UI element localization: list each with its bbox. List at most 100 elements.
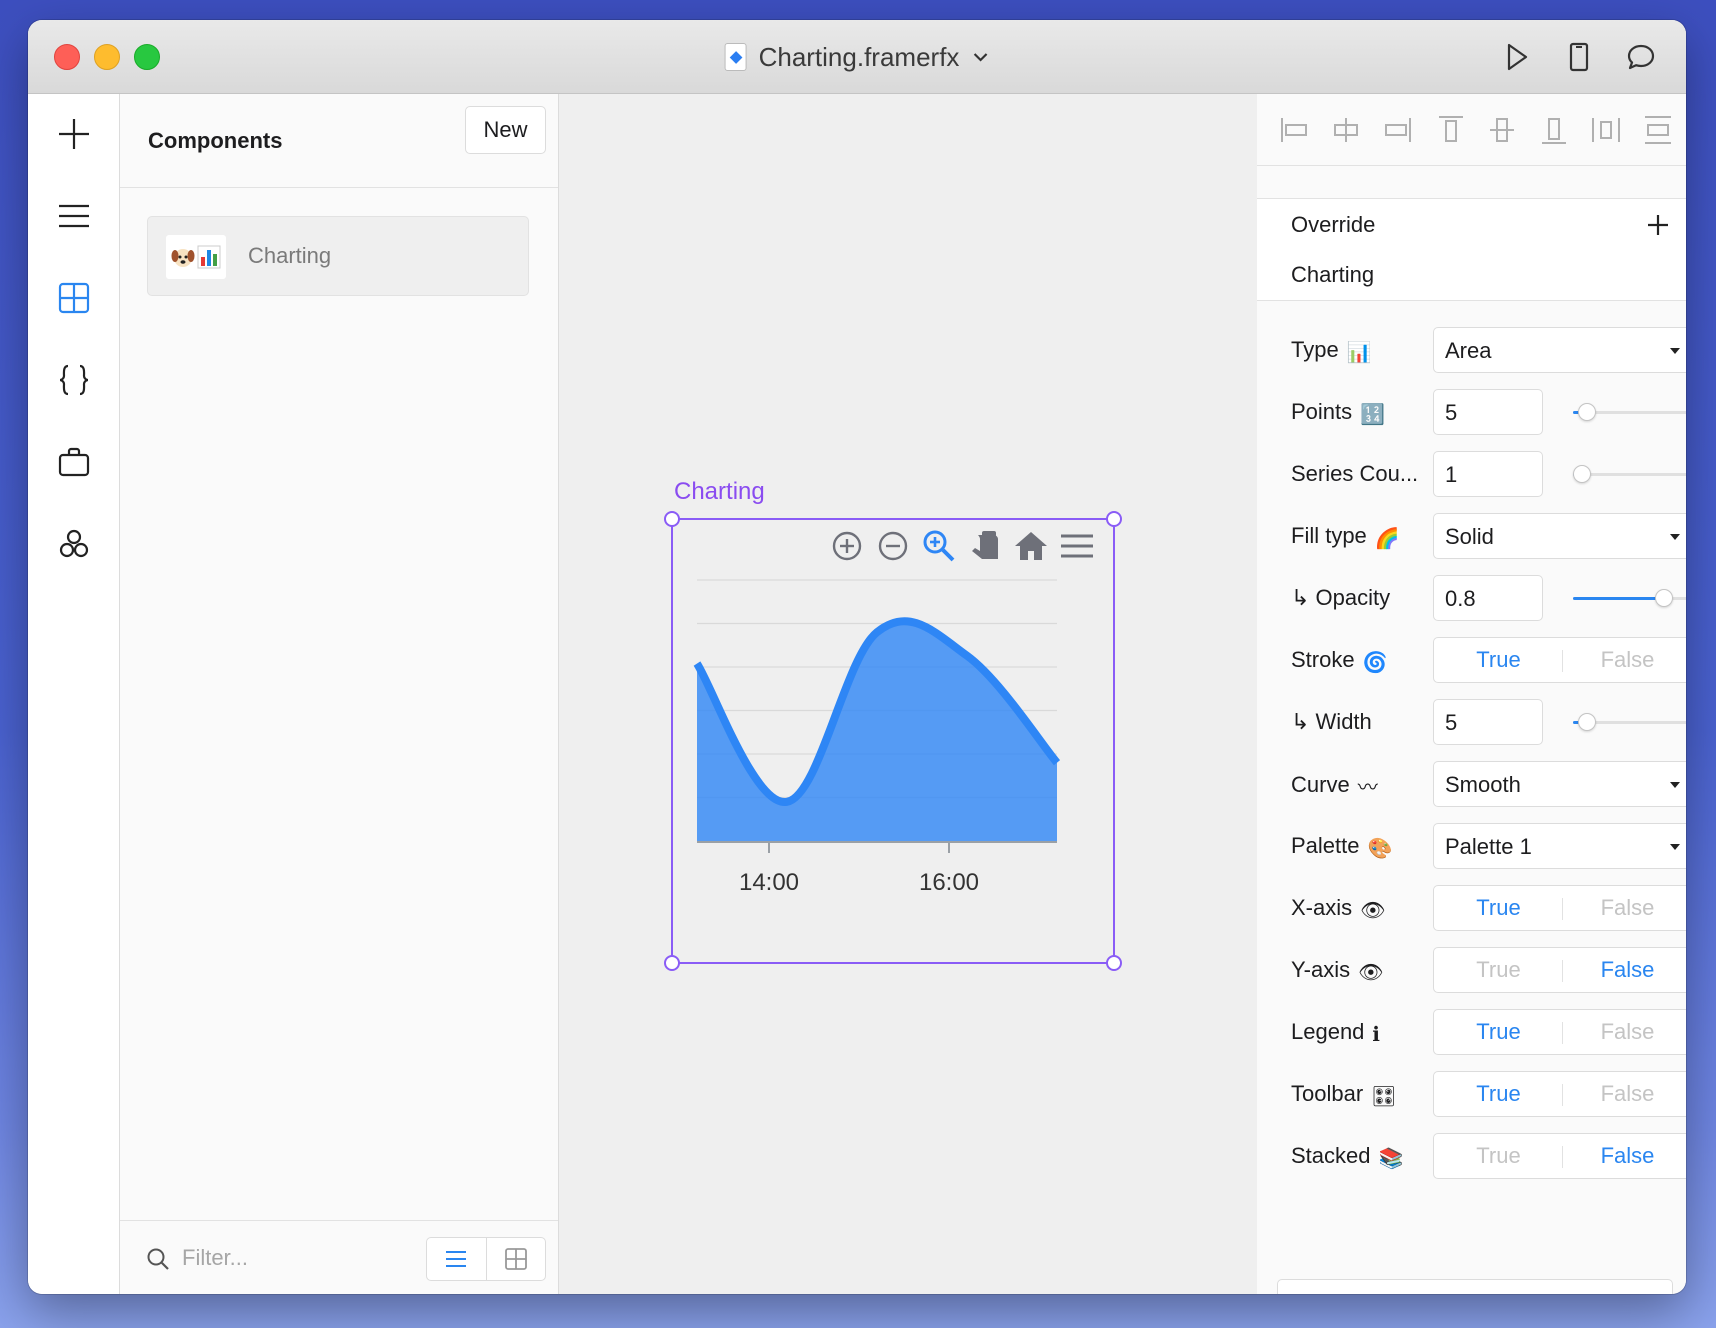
- width-slider[interactable]: [1573, 713, 1686, 731]
- slider-knob[interactable]: [1578, 713, 1597, 731]
- comments-button[interactable]: [1624, 40, 1658, 74]
- resize-handle-bottom-left[interactable]: [664, 955, 680, 971]
- layers-button[interactable]: [51, 193, 97, 239]
- opacity-slider[interactable]: [1573, 589, 1686, 607]
- true-option[interactable]: True: [1434, 1134, 1563, 1178]
- component-name: Charting: [248, 243, 332, 268]
- play-icon: [1507, 43, 1528, 71]
- zoom-in-button[interactable]: [829, 528, 865, 564]
- bar-chart-icon: [197, 245, 221, 269]
- app-window: Charting.framerfx Components New Chartin…: [28, 20, 1686, 1294]
- true-option[interactable]: True: [1434, 638, 1563, 682]
- align-center-vertical-icon[interactable]: [1486, 114, 1518, 146]
- component-item[interactable]: Charting: [147, 216, 529, 296]
- false-option[interactable]: False: [1563, 638, 1686, 682]
- width-input[interactable]: 5: [1433, 699, 1543, 745]
- device-preview-button[interactable]: [1562, 40, 1596, 74]
- slider-knob[interactable]: [1573, 465, 1591, 483]
- points-slider[interactable]: [1573, 403, 1686, 421]
- cyclone-emoji-icon: 🌀: [1362, 652, 1388, 674]
- align-right-icon[interactable]: [1381, 114, 1413, 146]
- title-bar: Charting.framerfx: [28, 20, 1686, 94]
- opacity-input[interactable]: 0.8: [1433, 575, 1543, 621]
- zoom-out-button[interactable]: [875, 528, 911, 564]
- align-center-horizontal-icon[interactable]: [1330, 114, 1362, 146]
- true-option[interactable]: True: [1434, 948, 1563, 992]
- components-panel: Components New Charting: [120, 94, 559, 1294]
- plus-icon: [59, 119, 89, 149]
- pan-button[interactable]: [967, 528, 1003, 564]
- slider-knob[interactable]: [1654, 589, 1673, 607]
- list-view-icon: [446, 1251, 467, 1267]
- community-button[interactable]: [51, 521, 97, 567]
- false-option[interactable]: False: [1563, 1072, 1686, 1116]
- dog-icon: [171, 249, 195, 267]
- align-left-icon[interactable]: [1279, 114, 1311, 146]
- reset-home-icon: [1015, 532, 1047, 560]
- info-emoji-icon: ℹ: [1372, 1024, 1381, 1046]
- reset-zoom-button[interactable]: [1013, 528, 1049, 564]
- close-window-button[interactable]: [54, 44, 80, 70]
- list-view-button[interactable]: [427, 1238, 487, 1280]
- slider-knob[interactable]: [1578, 403, 1597, 421]
- preview-button[interactable]: [1500, 40, 1534, 74]
- grid-view-button[interactable]: [487, 1238, 546, 1280]
- prop-y-axis: Y-axis 👁 True False: [1257, 947, 1686, 993]
- pan-icon: [972, 531, 998, 559]
- align-bottom-icon[interactable]: [1538, 114, 1570, 146]
- points-input[interactable]: 5: [1433, 389, 1543, 435]
- false-option[interactable]: False: [1563, 948, 1686, 992]
- toolbar-toggle: True False: [1433, 1071, 1686, 1117]
- frame-label[interactable]: Charting: [674, 478, 765, 506]
- prop-label: Curve 〰: [1291, 772, 1378, 799]
- document-title[interactable]: Charting.framerfx: [724, 40, 990, 74]
- curve-select[interactable]: Smooth: [1433, 761, 1686, 807]
- chart-menu-button[interactable]: [1059, 528, 1095, 564]
- framer-document-icon: [724, 43, 747, 71]
- insert-button[interactable]: [51, 111, 97, 157]
- charting-frame[interactable]: 14:00 16:00: [664, 511, 1122, 971]
- control-knobs-emoji-icon: 🎛: [1371, 1086, 1397, 1108]
- new-component-button[interactable]: New: [465, 106, 546, 154]
- device-icon: [1569, 42, 1589, 72]
- true-option[interactable]: True: [1434, 1010, 1563, 1054]
- edit-code-button[interactable]: Edit Code: [1277, 1279, 1673, 1294]
- add-override-icon[interactable]: [1644, 211, 1672, 239]
- prop-label: Y-axis 👁: [1291, 957, 1384, 984]
- resize-handle-bottom-right[interactable]: [1106, 955, 1122, 971]
- components-button[interactable]: [51, 275, 97, 321]
- false-option[interactable]: False: [1563, 886, 1686, 930]
- type-select[interactable]: Area: [1433, 327, 1686, 373]
- fill-type-select[interactable]: Solid: [1433, 513, 1686, 559]
- series-count-input[interactable]: 1: [1433, 451, 1543, 497]
- search-icon: [147, 1248, 169, 1270]
- prop-label: Type 📊: [1291, 337, 1372, 364]
- prop-stacked: Stacked 📚 True False: [1257, 1133, 1686, 1179]
- prop-label: Legend ℹ: [1291, 1019, 1381, 1046]
- align-top-icon[interactable]: [1435, 114, 1467, 146]
- distribute-horizontal-icon[interactable]: [1590, 114, 1622, 146]
- false-option[interactable]: False: [1563, 1010, 1686, 1054]
- prop-label: ↳ Opacity: [1291, 585, 1391, 610]
- panel-title: Components: [148, 128, 283, 153]
- code-button[interactable]: [51, 357, 97, 403]
- filter-input[interactable]: [182, 1241, 382, 1275]
- store-icon: [58, 447, 90, 477]
- resize-handle-top-right[interactable]: [1106, 511, 1122, 527]
- series-count-slider[interactable]: [1573, 465, 1686, 483]
- false-option[interactable]: False: [1563, 1134, 1686, 1178]
- canvas[interactable]: Charting 14:00 16:00: [559, 94, 1257, 1294]
- selection-zoom-button[interactable]: [921, 528, 957, 564]
- distribute-vertical-icon[interactable]: [1642, 114, 1674, 146]
- prop-curve: Curve 〰 Smooth: [1257, 761, 1686, 807]
- resize-handle-top-left[interactable]: [664, 511, 680, 527]
- prop-width: ↳ Width 5: [1257, 699, 1686, 745]
- true-option[interactable]: True: [1434, 1072, 1563, 1116]
- palette-select[interactable]: Palette 1: [1433, 823, 1686, 869]
- maximize-window-button[interactable]: [134, 44, 160, 70]
- store-button[interactable]: [51, 439, 97, 485]
- prop-label: Stacked 📚: [1291, 1143, 1404, 1170]
- true-option[interactable]: True: [1434, 886, 1563, 930]
- minimize-window-button[interactable]: [94, 44, 120, 70]
- component-thumbnail: [166, 235, 226, 279]
